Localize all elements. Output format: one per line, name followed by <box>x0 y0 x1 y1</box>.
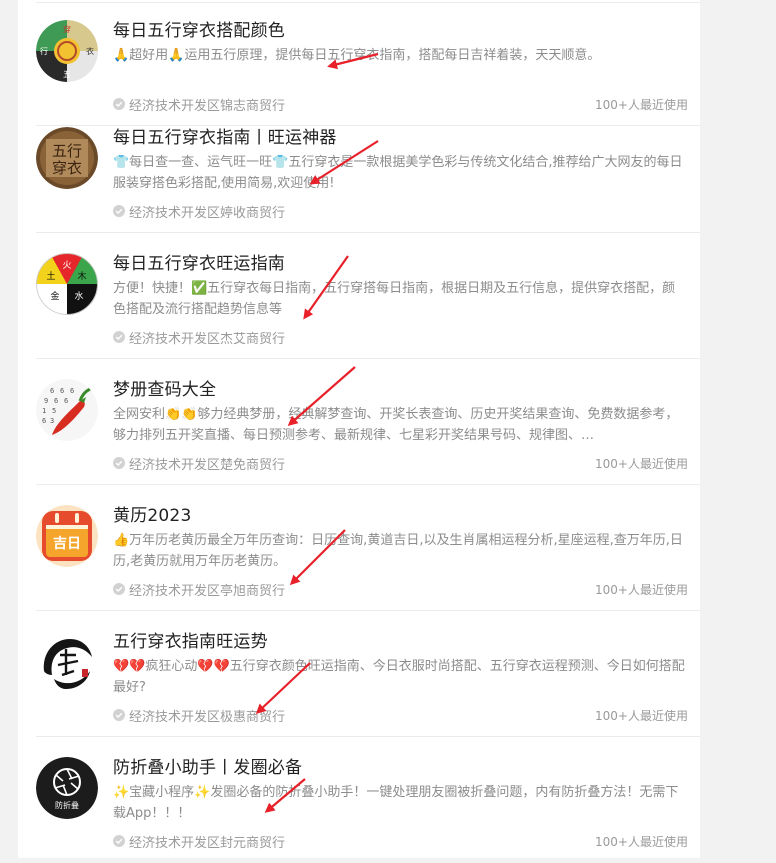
company-name: 经济技术开发区婷收商贸行 <box>129 206 286 221</box>
calendar-icon: 吉日 <box>36 505 98 567</box>
verified-check-icon <box>113 331 125 343</box>
element-metal-label: 金 <box>50 290 59 302</box>
calendar-icon-label: 吉日 <box>53 535 81 552</box>
item-title: 每日五行穿衣旺运指南 <box>113 254 285 274</box>
list-item[interactable]: 五行 穿衣 每日五行穿衣指南丨旺运神器 👕每日查一查、运气旺一旺👕五行穿衣是一款… <box>18 107 700 233</box>
svg-text:行: 行 <box>40 46 48 56</box>
svg-text:6: 6 <box>42 417 46 425</box>
item-title: 每日五行穿衣搭配颜色 <box>113 21 285 41</box>
item-title: 梦册查码大全 <box>113 380 217 400</box>
company-name: 经济技术开发区极惠商贸行 <box>129 710 286 725</box>
usage-count: 100+人最近使用 <box>595 583 688 597</box>
list-item[interactable]: 防折叠 防折叠小助手丨发圈必备 ✨宝藏小程序✨发圈必备的防折叠小助手！一键处理朋… <box>18 737 700 863</box>
svg-text:6: 6 <box>54 397 58 405</box>
verified-check-icon <box>113 205 125 217</box>
svg-text:五: 五 <box>63 70 71 79</box>
item-title: 黄历2023 <box>113 506 192 526</box>
svg-text:6: 6 <box>60 387 64 395</box>
ink-calligraphy-icon <box>36 631 98 693</box>
five-elements-quadrant-icon: 火 木 土 金 水 <box>36 253 98 315</box>
item-description: 方便！快捷！✅五行穿衣每日指南，五行穿搭每日指南，根据日期及五行信息，提供穿衣搭… <box>113 281 676 317</box>
svg-text:3: 3 <box>50 417 54 425</box>
item-description: 👕每日查一查、运气旺一旺👕五行穿衣是一款根据美学色彩与传统文化结合,推荐给广大网… <box>113 155 683 191</box>
verified-check-icon <box>113 709 125 721</box>
list-item[interactable]: 吉日 黄历2023 👍万年历老黄历最全万年历查询：日历查询,黄道吉日,以及生肖属… <box>18 485 700 611</box>
svg-text:5: 5 <box>52 407 56 415</box>
item-description: 🙏超好用🙏运用五行原理，提供每日五行穿衣指南，搭配每日吉祥着装，天天顺意。 <box>113 48 601 63</box>
element-water-label: 水 <box>74 290 83 302</box>
item-meta: 经济技术开发区亭旭商贸行 100+人最近使用 <box>113 580 688 599</box>
item-title: 防折叠小助手丨发圈必备 <box>113 758 303 778</box>
element-wood-label: 木 <box>77 270 86 282</box>
element-earth-label: 土 <box>46 270 55 282</box>
camera-aperture-icon: 防折叠 <box>36 757 98 819</box>
item-meta: 经济技术开发区杰艾商贸行 <box>113 328 688 347</box>
list-item[interactable]: 666 966 15 63 梦册查码大全 全网安利👏👏够力经典梦册，经典解梦查询… <box>18 359 700 485</box>
verified-check-icon <box>113 583 125 595</box>
svg-text:五行: 五行 <box>52 142 82 160</box>
aperture-icon-label: 防折叠 <box>55 800 79 810</box>
item-meta: 经济技术开发区极惠商贸行 100+人最近使用 <box>113 706 688 725</box>
list-item[interactable]: 五行穿衣指南旺运势 💔💔疯狂心动💔💔五行穿衣颜色旺运指南、今日衣服时尚搭配、五行… <box>18 611 700 737</box>
company-name: 经济技术开发区楚免商贸行 <box>129 458 286 473</box>
svg-text:9: 9 <box>44 397 48 405</box>
verified-check-icon <box>113 835 125 847</box>
lottery-pepper-icon: 666 966 15 63 <box>36 379 98 441</box>
item-description: 全网安利👏👏够力经典梦册，经典解梦查询、开奖长表查询、历史开奖结果查询、免费数据… <box>113 407 679 443</box>
item-title: 每日五行穿衣指南丨旺运神器 <box>113 128 337 148</box>
svg-text:穿衣: 穿衣 <box>52 159 82 177</box>
item-title: 五行穿衣指南旺运势 <box>113 632 268 652</box>
element-fire-label: 火 <box>62 260 71 271</box>
list-item[interactable]: 火 木 土 金 水 每日五行穿衣旺运指南 方便！快捷！✅五行穿衣每日指南，五行穿… <box>18 233 700 359</box>
item-meta: 经济技术开发区楚免商贸行 100+人最近使用 <box>113 454 688 473</box>
item-description: 💔💔疯狂心动💔💔五行穿衣颜色旺运指南、今日衣服时尚搭配、五行穿衣运程预测、今日如… <box>113 659 685 695</box>
svg-text:6: 6 <box>70 387 74 395</box>
company-name: 经济技术开发区封元商贸行 <box>129 836 286 851</box>
svg-text:6: 6 <box>50 387 54 395</box>
usage-count: 100+人最近使用 <box>595 709 688 723</box>
item-meta: 经济技术开发区婷收商贸行 <box>113 202 688 221</box>
svg-text:穿: 穿 <box>63 24 71 34</box>
item-description: ✨宝藏小程序✨发圈必备的防折叠小助手！一键处理朋友圈被折叠问题，内有防折叠方法！… <box>113 785 679 821</box>
svg-text:衣: 衣 <box>86 46 94 56</box>
item-description: 👍万年历老黄历最全万年历查询：日历查询,黄道吉日,以及生肖属相运程分析,星座运程… <box>113 533 683 569</box>
company-name: 经济技术开发区亭旭商贸行 <box>129 584 286 599</box>
usage-count: 100+人最近使用 <box>595 835 688 849</box>
svg-text:1: 1 <box>42 407 46 415</box>
usage-count: 100+人最近使用 <box>595 457 688 471</box>
verified-check-icon <box>113 457 125 469</box>
item-meta: 经济技术开发区封元商贸行 100+人最近使用 <box>113 832 688 851</box>
five-elements-emblem-icon: 穿 行 衣 五 <box>36 20 98 82</box>
wuxing-chuanyi-seal-icon: 五行 穿衣 <box>36 127 98 189</box>
company-name: 经济技术开发区杰艾商贸行 <box>129 332 286 347</box>
svg-text:6: 6 <box>64 397 68 405</box>
